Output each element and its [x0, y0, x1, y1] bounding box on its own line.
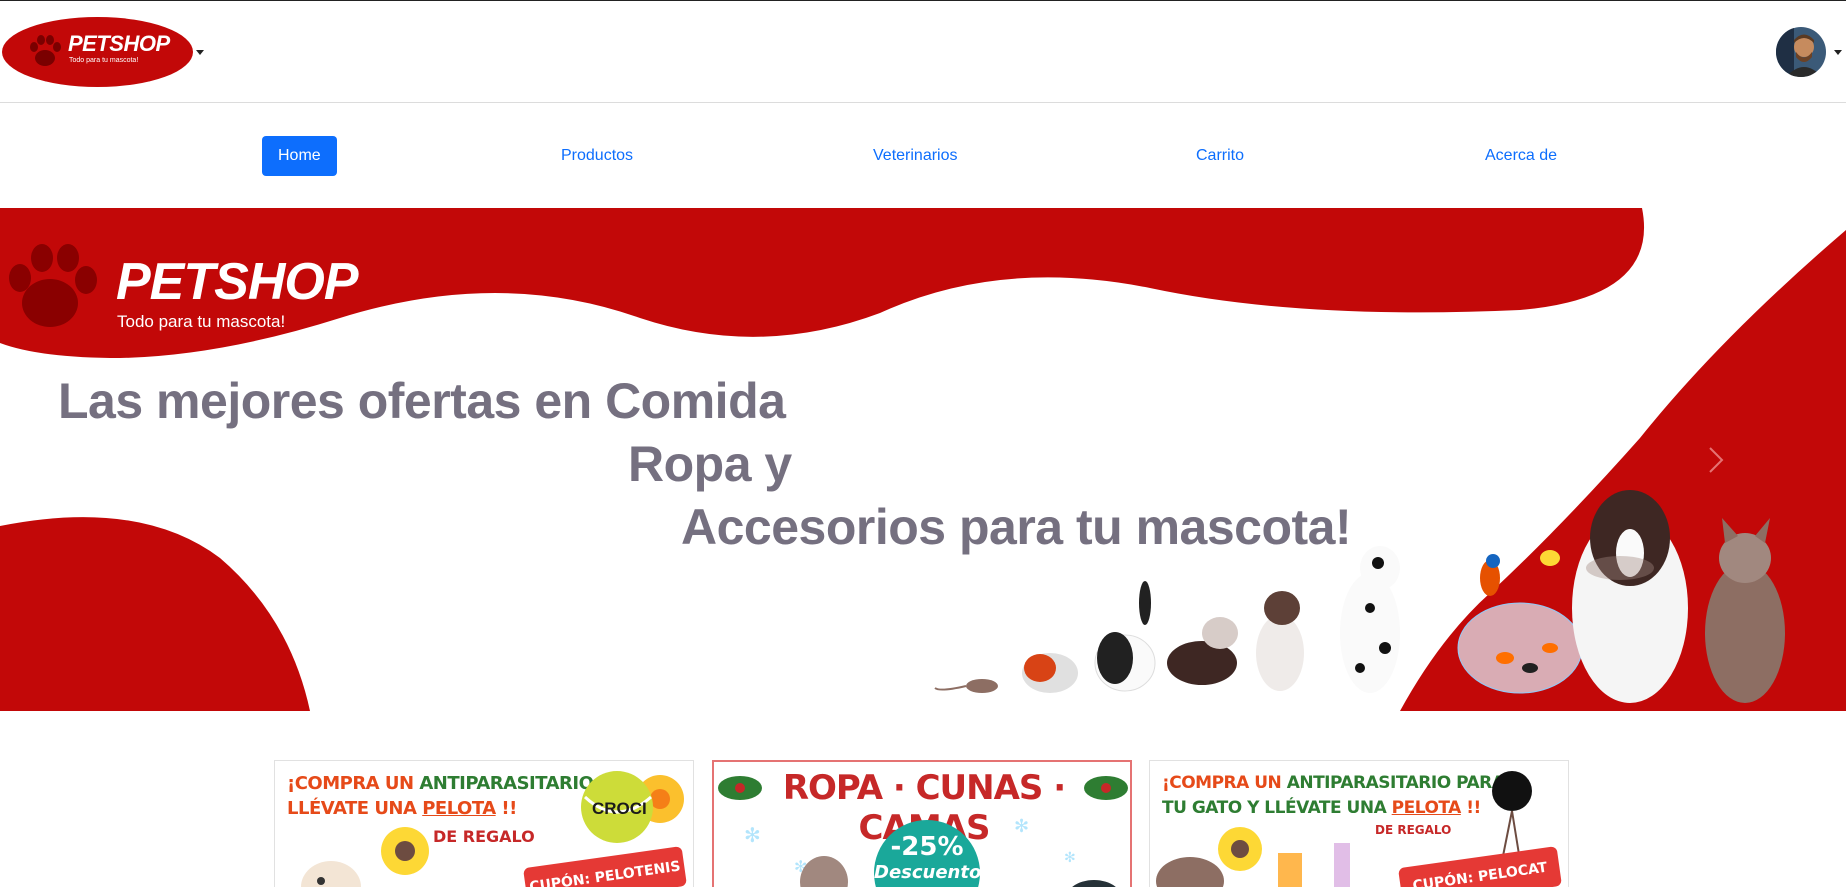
svg-text:✻: ✻ [1064, 849, 1076, 865]
main-nav: Home Productos Veterinarios Carrito Acer… [0, 104, 1846, 208]
nav-productos[interactable]: Productos [561, 136, 633, 176]
promo-1-text: ¡COMPRA UN ANTIPARASITARIO Y LLÉVATE UNA… [287, 773, 612, 819]
chevron-down-icon[interactable] [196, 50, 204, 55]
top-bar: PETSHOP Todo para tu mascota! [0, 1, 1846, 103]
logo-subtitle: Todo para tu mascota! [69, 57, 139, 64]
paw-icon [30, 35, 61, 66]
hero-headline-line-1: Las mejores ofertas en Comida [58, 373, 786, 429]
hero-carousel: PETSHOP Todo para tu mascota! Las mejore… [0, 208, 1846, 711]
nav-veterinarios[interactable]: Veterinarios [873, 136, 958, 176]
nav-carrito[interactable]: Carrito [1196, 136, 1244, 176]
user-photo-icon [1776, 27, 1826, 77]
chevron-down-icon[interactable] [1834, 50, 1842, 55]
promo-1-brand: CROCI [592, 799, 647, 818]
carousel-next-icon[interactable] [1700, 440, 1730, 480]
hero-brand-subtitle: Todo para tu mascota! [117, 312, 286, 331]
nav-home[interactable]: Home [262, 136, 337, 176]
sunflower-icon [381, 827, 429, 875]
hero-headline-line-2: Ropa y [628, 436, 792, 492]
dog-photo [301, 861, 361, 887]
logo-title: PETSHOP [68, 31, 170, 56]
pets-group-image [934, 490, 1785, 703]
svg-text:✻: ✻ [744, 825, 761, 847]
promo-card-ropa[interactable]: ✻✻ ✻✻ ROPA · CUNAS · CAMAS -25% Descuent… [712, 760, 1132, 887]
promo-cards: ¡COMPRA UN ANTIPARASITARIO Y LLÉVATE UNA… [0, 760, 1846, 887]
promo-card-antiparasitario[interactable]: ¡COMPRA UN ANTIPARASITARIO Y LLÉVATE UNA… [274, 760, 694, 887]
logo-dropdown-toggle[interactable]: PETSHOP Todo para tu mascota! [2, 17, 193, 87]
promo-1-coupon: CUPÓN: PELOTENIS [522, 846, 688, 887]
promo-1-sub: DE REGALO [433, 827, 535, 846]
avatar[interactable] [1776, 27, 1826, 77]
promo-card-gato[interactable]: ¡COMPRA UN ANTIPARASITARIO PARA TU GATO … [1149, 760, 1569, 887]
hero-brand-title: PETSHOP [116, 253, 358, 311]
nav-acerca-de[interactable]: Acerca de [1485, 136, 1557, 176]
